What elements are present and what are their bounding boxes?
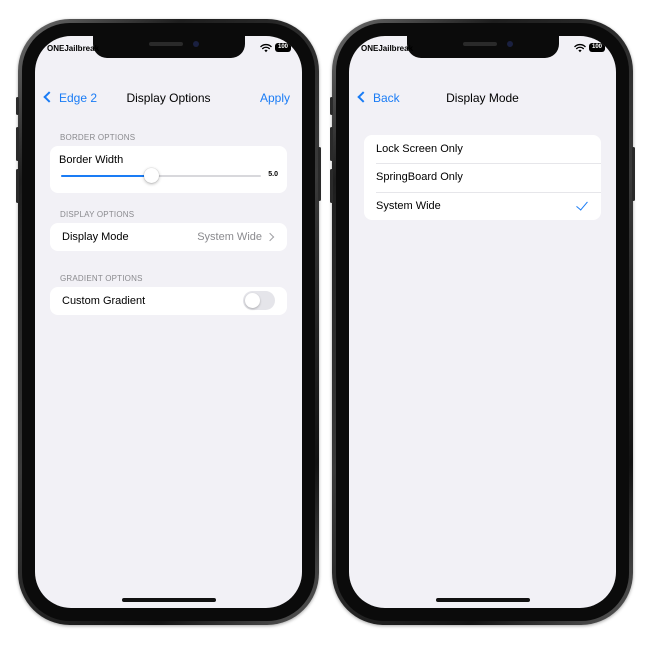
border-options-header: BORDER OPTIONS xyxy=(60,133,136,142)
border-width-label: Border Width xyxy=(59,154,124,166)
gradient-options-header: GRADIENT OPTIONS xyxy=(60,274,143,283)
mute-switch xyxy=(330,97,333,115)
apply-button[interactable]: Apply xyxy=(260,91,290,105)
display-mode-options-list: Lock Screen Only SpringBoard Only System… xyxy=(364,135,601,220)
display-mode-value: System Wide xyxy=(197,231,262,243)
battery-icon: 100 xyxy=(589,43,605,52)
volume-down-button xyxy=(330,169,333,203)
option-lock-screen-only[interactable]: Lock Screen Only xyxy=(364,135,601,163)
option-system-wide[interactable]: System Wide xyxy=(364,193,601,220)
carrier-label: ONEJailbreak xyxy=(47,44,100,53)
custom-gradient-row: Custom Gradient xyxy=(50,287,287,315)
power-button xyxy=(318,147,321,201)
display-mode-row[interactable]: Display Mode System Wide xyxy=(50,223,287,251)
home-indicator[interactable] xyxy=(435,598,530,602)
mute-switch xyxy=(16,97,19,115)
home-indicator[interactable] xyxy=(121,598,216,602)
option-label: System Wide xyxy=(376,200,441,212)
display-options-header: DISPLAY OPTIONS xyxy=(60,210,135,219)
navigation-bar: Edge 2 Display Options Apply xyxy=(35,86,302,110)
wifi-icon xyxy=(574,43,586,53)
custom-gradient-toggle[interactable] xyxy=(243,291,275,310)
wifi-icon xyxy=(260,43,272,53)
checkmark-icon xyxy=(576,198,588,211)
volume-up-button xyxy=(330,127,333,161)
chevron-right-icon xyxy=(265,232,275,242)
power-button xyxy=(632,147,635,201)
option-springboard-only[interactable]: SpringBoard Only xyxy=(364,164,601,192)
display-mode-label: Display Mode xyxy=(62,231,129,243)
right-phone-frame: ONEJailbreak 100 Back Display Mode Lock … xyxy=(330,19,635,625)
toggle-knob xyxy=(245,293,260,308)
option-label: SpringBoard Only xyxy=(376,171,463,183)
slider-thumb[interactable] xyxy=(144,168,159,183)
slider-fill xyxy=(61,175,151,177)
custom-gradient-label: Custom Gradient xyxy=(62,295,146,307)
carrier-label: ONEJailbreak xyxy=(361,44,414,53)
navigation-bar: Back Display Mode xyxy=(349,86,616,110)
volume-down-button xyxy=(16,169,19,203)
status-bar: ONEJailbreak 100 xyxy=(35,42,302,56)
page-title: Display Mode xyxy=(446,91,519,105)
option-label: Lock Screen Only xyxy=(376,143,463,155)
border-width-slider[interactable] xyxy=(61,168,261,183)
status-bar: ONEJailbreak 100 xyxy=(349,42,616,56)
battery-icon: 100 xyxy=(275,43,291,52)
left-phone-frame: ONEJailbreak 100 Edge 2 Display Options … xyxy=(16,19,321,625)
right-screen: ONEJailbreak 100 Back Display Mode Lock … xyxy=(349,36,616,608)
border-width-value: 5.0 xyxy=(268,171,278,178)
volume-up-button xyxy=(16,127,19,161)
left-screen: ONEJailbreak 100 Edge 2 Display Options … xyxy=(35,36,302,608)
border-width-card: Border Width 5.0 xyxy=(50,146,287,193)
